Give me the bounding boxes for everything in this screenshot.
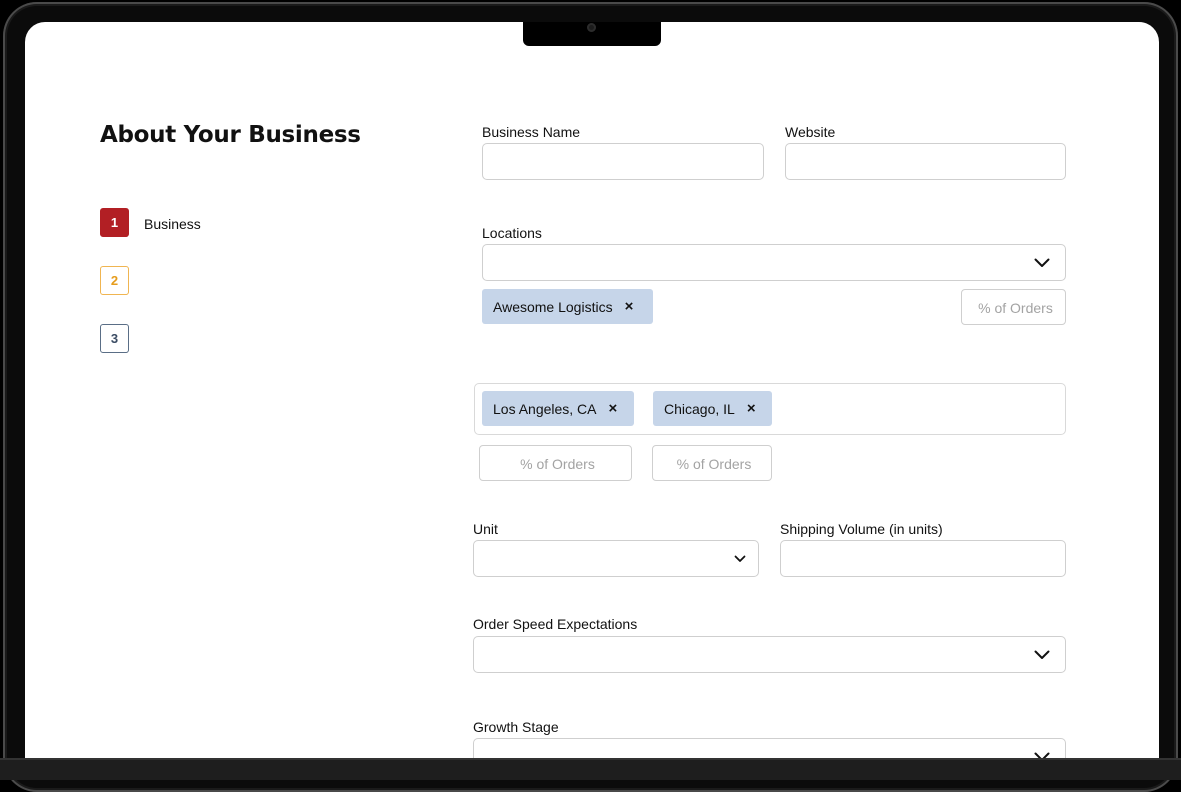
close-icon[interactable]: × xyxy=(625,298,634,315)
business-name-label: Business Name xyxy=(482,124,581,140)
shipping-volume-label: Shipping Volume (in units) xyxy=(780,521,943,537)
shipping-volume-field[interactable] xyxy=(780,540,1066,577)
chevron-down-icon[interactable] xyxy=(1034,650,1050,660)
location-chip-label: Awesome Logistics xyxy=(493,298,613,315)
los-angeles-orders-pct-input[interactable] xyxy=(480,446,635,482)
growth-stage-label: Growth Stage xyxy=(473,719,559,735)
page-title: About Your Business xyxy=(100,122,361,148)
step-1-label[interactable]: Business xyxy=(144,216,201,232)
location-orders-pct-input[interactable] xyxy=(962,290,1069,326)
city-chip-label: Los Angeles, CA xyxy=(493,400,597,417)
growth-stage-select[interactable] xyxy=(473,738,1066,758)
business-name-field[interactable] xyxy=(482,143,764,180)
close-icon[interactable]: × xyxy=(609,400,618,417)
unit-select[interactable] xyxy=(473,540,759,577)
laptop-base xyxy=(0,758,1181,780)
locations-select[interactable] xyxy=(482,244,1066,281)
los-angeles-orders-pct-field[interactable] xyxy=(479,445,635,482)
chevron-down-icon[interactable] xyxy=(734,555,746,563)
city-chip-label: Chicago, IL xyxy=(664,400,735,417)
camera-icon xyxy=(587,23,596,32)
locations-label: Locations xyxy=(482,225,542,241)
business-name-input[interactable] xyxy=(483,144,763,179)
close-icon[interactable]: × xyxy=(747,400,756,417)
website-input[interactable] xyxy=(786,144,1065,179)
chevron-down-icon[interactable] xyxy=(1034,258,1050,268)
website-field[interactable] xyxy=(785,143,1066,180)
order-speed-label: Order Speed Expectations xyxy=(473,616,638,632)
unit-label: Unit xyxy=(473,521,498,537)
screen: About Your Business 1 Business 2 3 Busin… xyxy=(25,22,1159,758)
step-2-badge[interactable]: 2 xyxy=(100,266,129,295)
city-chip-los-angeles: Los Angeles, CA × xyxy=(482,391,634,426)
location-orders-pct-field[interactable] xyxy=(961,289,1069,326)
camera-notch xyxy=(523,22,661,46)
shipping-volume-input[interactable] xyxy=(781,541,1065,576)
website-label: Website xyxy=(785,124,836,140)
chicago-orders-pct-input[interactable] xyxy=(653,446,775,482)
order-speed-select[interactable] xyxy=(473,636,1066,673)
chicago-orders-pct-field[interactable] xyxy=(652,445,775,482)
step-1-badge[interactable]: 1 xyxy=(100,208,129,237)
step-3-badge[interactable]: 3 xyxy=(100,324,129,353)
city-chip-chicago: Chicago, IL × xyxy=(653,391,772,426)
location-chip: Awesome Logistics × xyxy=(482,289,653,324)
